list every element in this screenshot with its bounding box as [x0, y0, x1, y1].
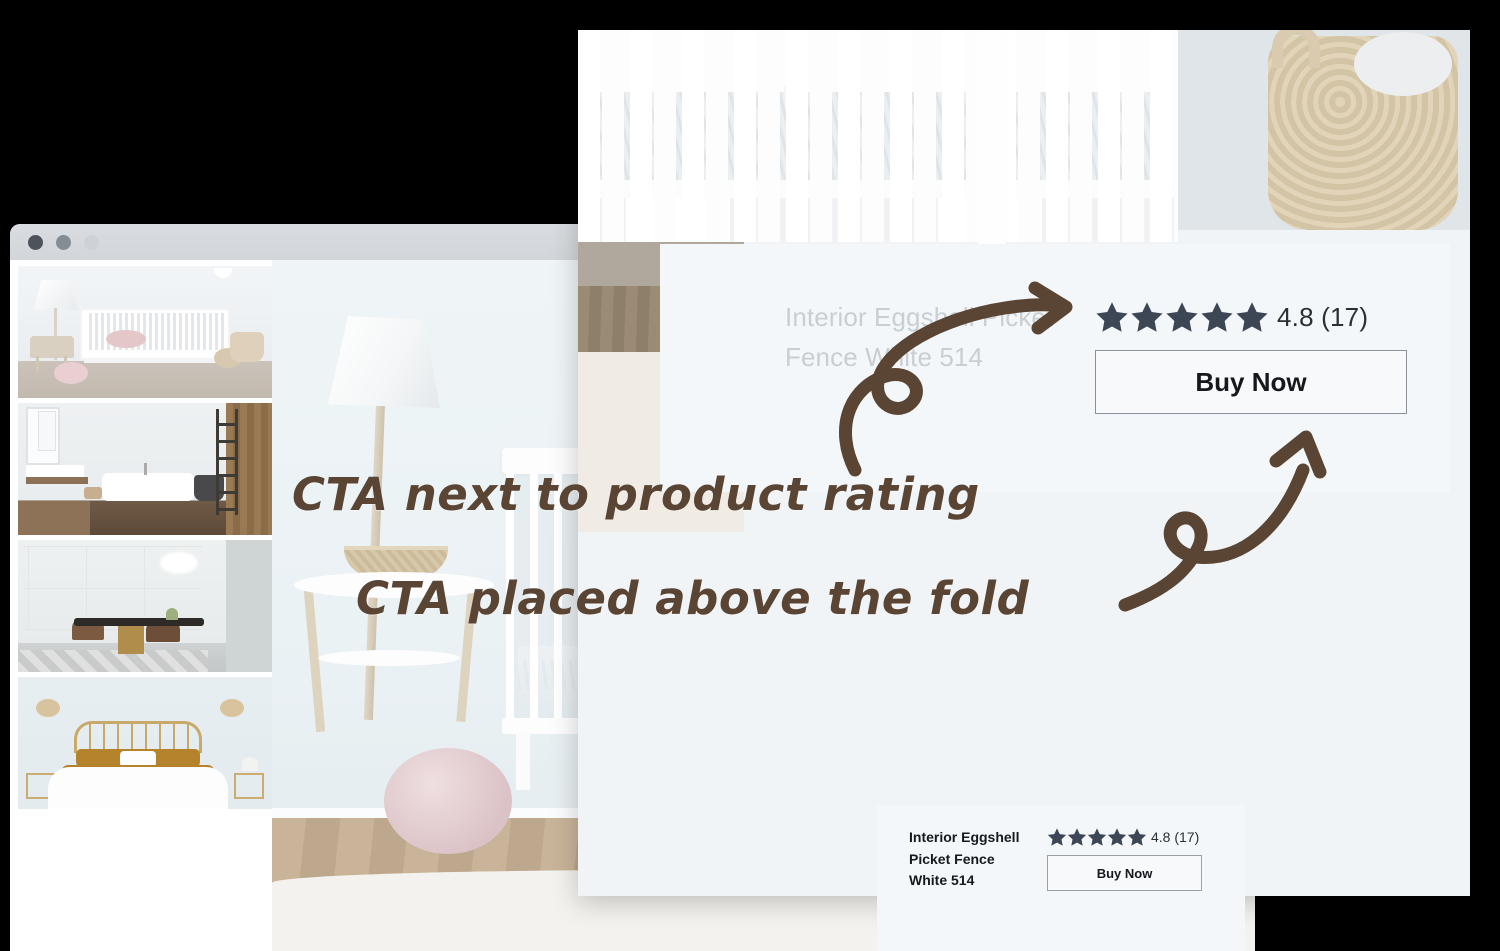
product-title: Interior Eggshell Picket Fence White 514	[785, 302, 1054, 372]
star-icon	[1096, 302, 1128, 332]
rating-value-text: 4.8 (17)	[1277, 301, 1369, 332]
thumbnail-rail	[10, 260, 272, 951]
star-icon	[1236, 302, 1268, 332]
star-icon	[1087, 828, 1107, 846]
star-icon	[1127, 828, 1147, 846]
bedroom-thumbnail[interactable]	[18, 677, 272, 809]
star-icon	[1166, 302, 1198, 332]
annotation-cta-next-to-rating: CTA next to product rating	[292, 468, 980, 521]
star-icon	[1047, 828, 1067, 846]
buy-now-button[interactable]: Buy Now	[1095, 350, 1407, 414]
star-icon	[1131, 302, 1163, 332]
product-card-top: Interior Eggshell Picket Fence White 514…	[660, 244, 1450, 492]
star-rating-icons	[1095, 300, 1269, 334]
star-icon	[1201, 302, 1233, 332]
dining-room-thumbnail[interactable]	[18, 540, 272, 672]
buy-now-button[interactable]: Buy Now	[1047, 855, 1202, 891]
knot-cushion	[384, 748, 512, 854]
star-icon	[1107, 828, 1127, 846]
bathroom-thumbnail[interactable]	[18, 403, 272, 535]
product-card-bottom: Interior Eggshell Picket Fence White 514…	[877, 805, 1245, 951]
maximize-window-icon[interactable]	[84, 235, 99, 250]
rating-value-text: 4.8 (17)	[1151, 829, 1200, 845]
screenshot-stage: Interior Eggshell Picket Fence White 514…	[0, 0, 1500, 951]
minimize-window-icon[interactable]	[56, 235, 71, 250]
product-rating: 4.8 (17)	[1095, 298, 1415, 336]
nursery-room-thumbnail[interactable]	[18, 266, 272, 398]
star-icon	[1067, 828, 1087, 846]
product-title: Interior Eggshell Picket Fence White 514	[909, 829, 1020, 889]
annotation-cta-above-fold: CTA placed above the fold	[356, 572, 1030, 625]
traffic-light-buttons	[28, 235, 99, 250]
close-window-icon[interactable]	[28, 235, 43, 250]
product-rating: 4.8 (17)	[1047, 827, 1237, 847]
star-rating-icons	[1047, 827, 1147, 847]
